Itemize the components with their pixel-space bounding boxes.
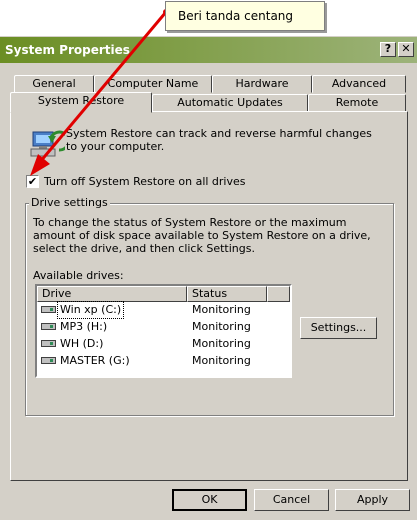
drive-status: Monitoring xyxy=(192,320,251,333)
intro-text: System Restore can track and reverse har… xyxy=(66,127,372,153)
drive-status: Monitoring xyxy=(192,337,251,350)
ok-button[interactable]: OK xyxy=(172,489,247,511)
table-row[interactable]: WH (D:) Monitoring xyxy=(39,336,289,352)
drive-status: Monitoring xyxy=(192,303,251,316)
table-row[interactable]: Win xp (C:) Monitoring xyxy=(39,301,289,319)
cancel-button[interactable]: Cancel xyxy=(254,489,329,511)
drive-name: MP3 (H:) xyxy=(60,320,108,333)
tab-automatic-updates[interactable]: Automatic Updates xyxy=(152,94,308,112)
drive-name: Win xp (C:) xyxy=(56,301,125,319)
drive-name: MASTER (G:) xyxy=(60,354,130,367)
callout-tooltip: Beri tanda centang xyxy=(165,1,325,31)
tab-computer-name[interactable]: Computer Name xyxy=(94,75,212,93)
close-button[interactable]: ✕ xyxy=(398,42,414,57)
available-drives-label: Available drives: xyxy=(33,269,124,282)
drive-icon xyxy=(41,306,56,313)
table-row[interactable]: MP3 (H:) Monitoring xyxy=(39,319,289,335)
system-restore-icon xyxy=(30,130,65,157)
column-header-status[interactable]: Status xyxy=(187,286,267,302)
tab-system-restore[interactable]: System Restore xyxy=(10,92,152,113)
column-header-empty[interactable] xyxy=(267,286,290,302)
help-button[interactable]: ? xyxy=(380,42,396,57)
system-properties-window: System Properties ? ✕ General Computer N… xyxy=(0,36,417,520)
system-restore-panel: System Restore can track and reverse har… xyxy=(10,111,408,481)
drive-icon xyxy=(41,357,56,364)
tab-general[interactable]: General xyxy=(14,75,94,93)
tab-remote[interactable]: Remote xyxy=(308,94,406,112)
tab-hardware[interactable]: Hardware xyxy=(212,75,312,93)
turn-off-label[interactable]: Turn off System Restore on all drives xyxy=(44,175,246,188)
column-header-drive[interactable]: Drive xyxy=(37,286,187,302)
drive-name: WH (D:) xyxy=(60,337,104,350)
table-row[interactable]: MASTER (G:) Monitoring xyxy=(39,353,289,369)
drive-settings-title: Drive settings xyxy=(29,196,110,209)
title-bar[interactable]: System Properties ? ✕ xyxy=(0,37,417,63)
drive-status: Monitoring xyxy=(192,354,251,367)
settings-button[interactable]: Settings... xyxy=(300,317,377,339)
drive-icon xyxy=(41,323,56,330)
drive-settings-description: To change the status of System Restore o… xyxy=(33,216,371,255)
window-title: System Properties xyxy=(5,43,130,57)
drives-listview[interactable]: Drive Status Win xp (C:) Monitoring MP3 … xyxy=(35,284,292,378)
turn-off-checkbox[interactable]: ✔ xyxy=(26,175,39,188)
apply-button[interactable]: Apply xyxy=(335,489,410,511)
tab-advanced[interactable]: Advanced xyxy=(312,75,406,93)
drive-icon xyxy=(41,340,56,347)
